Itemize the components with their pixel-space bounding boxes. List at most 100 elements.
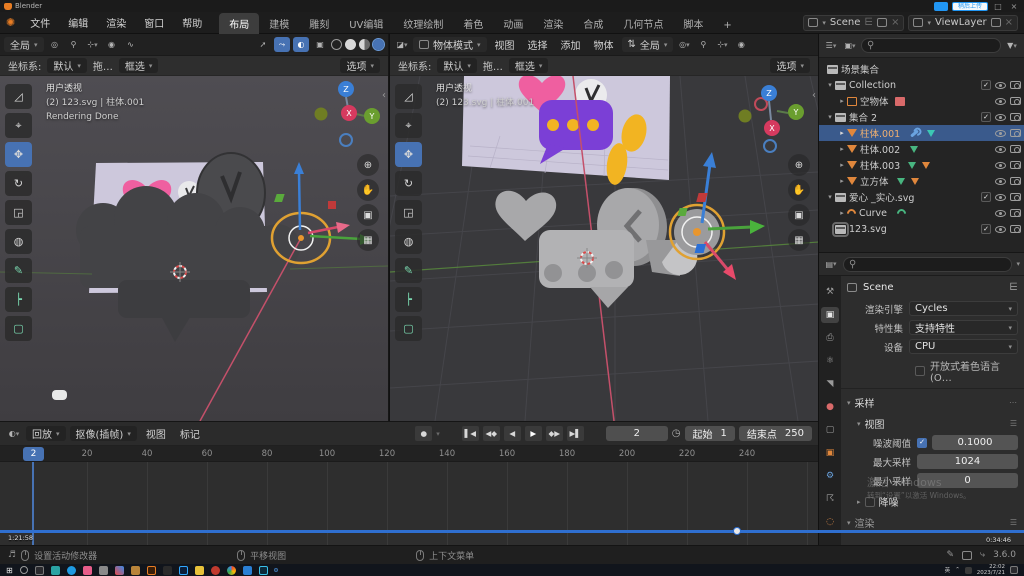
perspective-toggle-button[interactable]: ▦	[788, 229, 810, 251]
disclosure-triangle[interactable]: ▸	[837, 129, 847, 137]
tab-collection[interactable]: ▢	[821, 422, 839, 438]
clock-date[interactable]: 2023/7/21	[977, 570, 1005, 576]
orientation-dropdown[interactable]: 全局▾	[4, 37, 44, 52]
render-camera-icon[interactable]	[1010, 113, 1021, 121]
drag-label[interactable]: 拖…	[483, 58, 503, 73]
axis-neg-y[interactable]	[315, 108, 328, 121]
exclude-checkbox[interactable]: ✓	[981, 192, 991, 202]
axis-neg-z[interactable]	[764, 140, 776, 152]
tab-particles[interactable]: ☈	[821, 491, 839, 507]
properties-options-caret[interactable]: ▾	[1016, 260, 1020, 268]
hide-eye-icon[interactable]	[995, 82, 1006, 89]
view-menu[interactable]: 视图	[141, 426, 171, 441]
select-box-tool[interactable]: ◿	[395, 84, 422, 109]
cloud-app-icon[interactable]	[934, 2, 948, 11]
viewport-right[interactable]: ◪▾ 物体模式▾ 视图 选择 添加 物体 ⇅全局▾ ◎▾ ⚲ ⊹▾ ◉ 坐标系:…	[389, 34, 818, 421]
transform-tool[interactable]: ◍	[395, 229, 422, 254]
outliner-search-input[interactable]: ⚲	[861, 38, 1001, 53]
render-camera-icon[interactable]	[1010, 145, 1021, 153]
disclosure-triangle[interactable]: ▸	[837, 161, 847, 169]
viewport-right-canvas[interactable]: Z Y X ◿ ⌖ ✥ ↻ ◲ ◍ ✎ ┝ ▢ 用户透视 (2) 123.svg…	[390, 76, 818, 421]
playback-menu[interactable]: 回放▾	[26, 426, 66, 441]
delete-scene-icon[interactable]: ×	[891, 17, 899, 28]
taskbar-app-icon[interactable]	[259, 566, 268, 575]
render-camera-icon[interactable]	[1010, 209, 1021, 217]
exclude-checkbox[interactable]: ✓	[981, 112, 991, 122]
tab-animation[interactable]: 动画	[493, 13, 533, 34]
hide-eye-icon[interactable]	[995, 114, 1006, 121]
taskbar-file-explorer-icon[interactable]	[195, 566, 204, 575]
taskbar-app-icon[interactable]	[83, 566, 92, 575]
axis-neg-z[interactable]	[340, 134, 352, 146]
outliner-row-cylinder-003[interactable]: ▸ 柱体.003	[819, 157, 1024, 173]
render-camera-icon[interactable]	[1010, 81, 1021, 89]
tab-modifiers[interactable]: ⚙	[821, 468, 839, 484]
mode-dropdown[interactable]: 物体模式▾	[413, 37, 487, 52]
pin-icon[interactable]: ⋿	[864, 17, 873, 28]
options-dropdown[interactable]: 选项▾	[340, 58, 380, 73]
shading-rendered-icon[interactable]	[373, 39, 384, 50]
add-cube-tool[interactable]: ▢	[5, 316, 32, 341]
xray-toggle-icon[interactable]: ▣	[312, 37, 328, 52]
tab-physics[interactable]: ◌	[821, 514, 839, 530]
outliner-row-123-svg[interactable]: 123.svg ✓	[819, 221, 1024, 237]
marker-menu[interactable]: 标记	[175, 426, 205, 441]
upload-later-button[interactable]: 稍后上传	[952, 2, 988, 11]
keying-menu[interactable]: 抠像(插帧)▾	[70, 426, 137, 441]
select-box-tool[interactable]: ◿	[5, 84, 32, 109]
menu-object[interactable]: 物体	[589, 37, 619, 52]
disclosure-triangle[interactable]: ▸	[837, 97, 847, 105]
max-samples-value[interactable]: 1024	[917, 454, 1018, 469]
add-workspace-button[interactable]: +	[713, 17, 741, 34]
shading-material-icon[interactable]	[359, 39, 370, 50]
input-method-indicator[interactable]: 英	[945, 566, 951, 574]
new-viewlayer-icon[interactable]	[991, 18, 1001, 27]
tray-icon[interactable]	[965, 567, 972, 574]
close-button[interactable]: ×	[1008, 2, 1020, 11]
menu-file[interactable]: 文件	[21, 15, 59, 30]
viewport-left-canvas[interactable]: Z X Y ◿ ⌖ ✥ ↻ ◲ ◍ ✎ ┝ ▢ 用户透视 (2) 123.svg…	[0, 76, 388, 421]
scene-selector[interactable]: ▾ Scene ⋿ ×	[803, 15, 904, 31]
outliner-row-cylinder-001[interactable]: ▸ 柱体.001	[819, 125, 1024, 141]
new-scene-icon[interactable]	[877, 18, 887, 27]
menu-view[interactable]: 视图	[490, 37, 520, 52]
render-camera-icon[interactable]	[1010, 129, 1021, 137]
outliner-filter-mode-icon[interactable]: ▣▾	[842, 38, 858, 53]
tab-shading[interactable]: 着色	[453, 13, 493, 34]
rotate-tool[interactable]: ↻	[395, 171, 422, 196]
cursor-tool[interactable]: ⌖	[395, 113, 422, 138]
jump-to-start-button[interactable]: ▌◀	[462, 426, 479, 441]
tab-rendering[interactable]: 渲染	[533, 13, 573, 34]
video-progress-bar[interactable]	[0, 530, 1024, 533]
transform-orientation-dropdown[interactable]: 默认▾	[47, 58, 87, 73]
outliner-row-scene-collection[interactable]: 场景集合	[819, 61, 1024, 77]
annotate-tool[interactable]: ✎	[5, 258, 32, 283]
camera-view-button[interactable]: ▣	[357, 204, 379, 226]
taskbar-app-edge-icon[interactable]	[67, 566, 76, 575]
play-button[interactable]: ▶	[525, 426, 542, 441]
disclosure-triangle[interactable]: ▸	[837, 145, 847, 153]
shading-wireframe-icon[interactable]	[331, 39, 342, 50]
proportional-edit-icon[interactable]: ◉	[733, 37, 749, 52]
viewlayer-selector[interactable]: ▾ ViewLayer ×	[908, 15, 1018, 31]
exclude-checkbox[interactable]: ✓	[981, 224, 991, 234]
tab-tool[interactable]: ⚒	[821, 284, 839, 300]
pin-icon[interactable]: ⋿	[1009, 282, 1018, 293]
add-cube-tool[interactable]: ▢	[395, 316, 422, 341]
outliner-display-mode-icon[interactable]: ☰▾	[823, 38, 839, 53]
taskbar-chrome-icon[interactable]	[227, 566, 236, 575]
hide-eye-icon[interactable]	[995, 226, 1006, 233]
plane-handle-red[interactable]	[328, 201, 336, 209]
outliner-row-curve[interactable]: ▸ Curve	[819, 205, 1024, 221]
taskbar-app-photoshop-icon[interactable]	[179, 566, 188, 575]
transform-orientation-dropdown[interactable]: 默认▾	[437, 58, 477, 73]
tab-render[interactable]: ▣	[821, 307, 839, 323]
tab-texture-paint[interactable]: 纹理绘制	[393, 13, 453, 34]
filter-funnel-icon[interactable]: ▼▾	[1004, 38, 1020, 53]
axis-neg-y[interactable]	[739, 110, 752, 123]
pivot-point-icon[interactable]: ◎▾	[676, 37, 692, 52]
overlays-icon[interactable]: ◐	[293, 37, 309, 52]
render-camera-icon[interactable]	[1010, 225, 1021, 233]
menu-add[interactable]: 添加	[556, 37, 586, 52]
perspective-toggle-button[interactable]: ▦	[357, 229, 379, 251]
